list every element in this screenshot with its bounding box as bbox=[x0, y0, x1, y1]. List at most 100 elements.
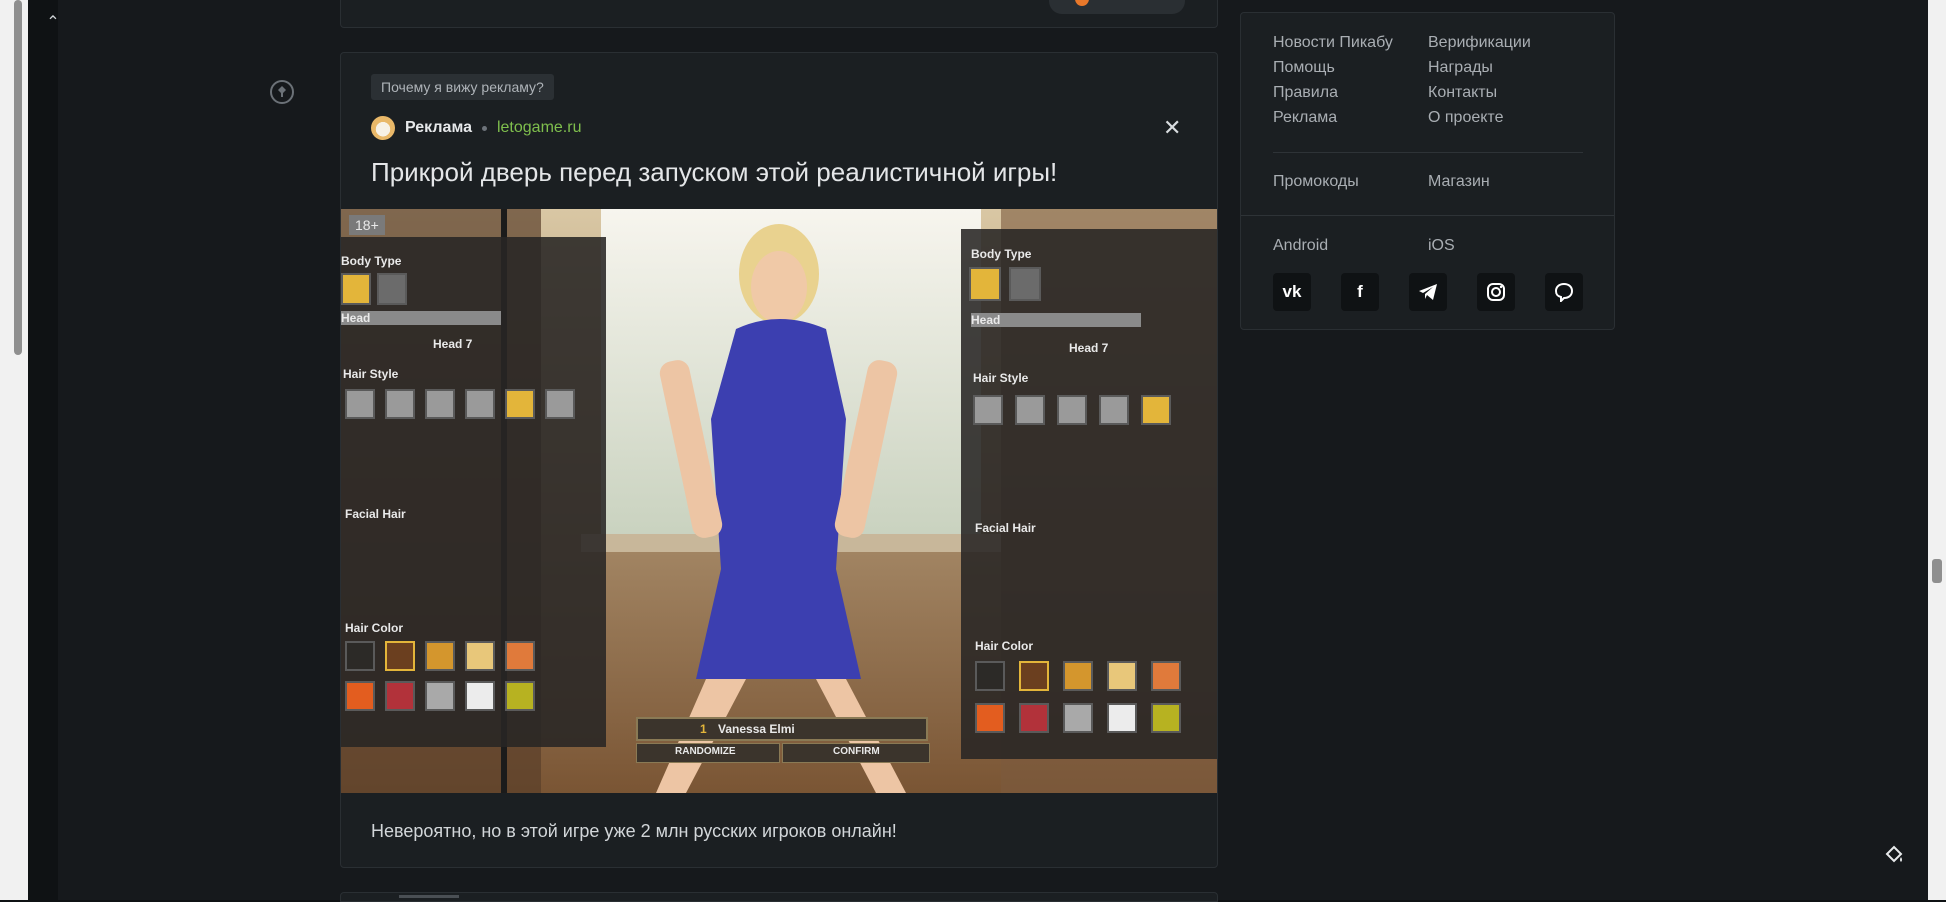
color-tile bbox=[505, 641, 535, 671]
scrollbar-thumb[interactable] bbox=[14, 0, 22, 355]
hair-tile bbox=[1015, 395, 1045, 425]
paint-bucket-icon[interactable] bbox=[1883, 844, 1905, 866]
hair-tile bbox=[1057, 395, 1087, 425]
randomize-button: RANDOMIZE bbox=[636, 743, 780, 763]
randomize-label: RANDOMIZE bbox=[675, 746, 736, 757]
footer-links-secondary: Промокоды Магазин bbox=[1273, 173, 1583, 191]
color-tile bbox=[1107, 703, 1137, 733]
hair-tile bbox=[1141, 395, 1171, 425]
color-tile bbox=[425, 641, 455, 671]
hair-style-label: Hair Style bbox=[343, 367, 399, 381]
color-tile bbox=[385, 681, 415, 711]
female-icon bbox=[1009, 267, 1041, 301]
instagram-icon[interactable] bbox=[1477, 273, 1515, 311]
hair-tile bbox=[545, 389, 575, 419]
previous-post-footer bbox=[340, 0, 1218, 28]
color-tile bbox=[385, 641, 415, 671]
head-section-label: Head bbox=[341, 311, 501, 325]
color-tile bbox=[1063, 703, 1093, 733]
character-name: Vanessa Elmi bbox=[718, 722, 795, 736]
ad-domain-link[interactable]: letogame.ru bbox=[497, 119, 582, 137]
right-customization-panel: Body Type Head Head 7 Hair Style Facial … bbox=[961, 229, 1217, 759]
hair-tile bbox=[1099, 395, 1129, 425]
pin-icon[interactable] bbox=[270, 80, 294, 104]
color-tile bbox=[465, 641, 495, 671]
next-post-bar bbox=[399, 895, 459, 898]
link-contacts[interactable]: Контакты bbox=[1428, 83, 1583, 102]
character-name-bar: 1 Vanessa Elmi bbox=[636, 717, 928, 741]
sidebar-footer-links: Новости Пикабу Верификации Помощь Наград… bbox=[1240, 12, 1615, 330]
link-promocodes[interactable]: Промокоды bbox=[1273, 173, 1428, 191]
link-shop[interactable]: Магазин bbox=[1428, 173, 1583, 191]
color-tile bbox=[975, 703, 1005, 733]
hair-color-label: Hair Color bbox=[975, 639, 1034, 653]
link-advertising[interactable]: Реклама bbox=[1273, 108, 1428, 127]
vk-icon[interactable]: vk bbox=[1273, 273, 1311, 311]
ad-author[interactable]: Реклама bbox=[405, 119, 472, 137]
character-number: 1 bbox=[700, 722, 707, 736]
color-tile bbox=[1019, 703, 1049, 733]
close-icon[interactable]: ✕ bbox=[1163, 117, 1181, 139]
rating-icon bbox=[1075, 0, 1089, 6]
left-customization-panel: Body Type Head Head 7 Hair Style Facial … bbox=[341, 237, 606, 747]
link-verifications[interactable]: Верификации bbox=[1428, 33, 1583, 52]
hair-tile bbox=[465, 389, 495, 419]
divider bbox=[1273, 152, 1583, 153]
social-links: vk f bbox=[1273, 273, 1583, 311]
color-tile bbox=[345, 641, 375, 671]
link-rules[interactable]: Правила bbox=[1273, 83, 1428, 102]
scrollbar-thumb[interactable] bbox=[1932, 559, 1942, 583]
color-tile bbox=[425, 681, 455, 711]
viber-icon[interactable] bbox=[1545, 273, 1583, 311]
head-value: Head 7 bbox=[433, 337, 473, 351]
link-awards[interactable]: Награды bbox=[1428, 58, 1583, 77]
color-tile bbox=[1151, 703, 1181, 733]
color-tile bbox=[975, 661, 1005, 691]
separator-dot bbox=[481, 125, 487, 131]
color-tile bbox=[345, 681, 375, 711]
ad-title[interactable]: Прикрой дверь перед запуском этой реалис… bbox=[371, 157, 1057, 188]
rating-pill[interactable] bbox=[1049, 0, 1185, 14]
app-links: Android iOS bbox=[1273, 237, 1583, 255]
color-tile bbox=[465, 681, 495, 711]
link-ios[interactable]: iOS bbox=[1428, 237, 1583, 255]
browser-scrollbar-left[interactable] bbox=[0, 0, 28, 900]
female-icon bbox=[377, 273, 407, 305]
ad-body-text: Невероятно, но в этой игре уже 2 млн рус… bbox=[371, 821, 897, 841]
male-icon bbox=[341, 273, 371, 305]
divider bbox=[1241, 215, 1614, 216]
link-help[interactable]: Помощь bbox=[1273, 58, 1428, 77]
scroll-up-icon[interactable]: ⌃ bbox=[44, 14, 62, 32]
link-android[interactable]: Android bbox=[1273, 237, 1428, 255]
facebook-icon[interactable]: f bbox=[1341, 273, 1379, 311]
why-ad-button[interactable]: Почему я вижу рекламу? bbox=[371, 74, 554, 100]
telegram-icon[interactable] bbox=[1409, 273, 1447, 311]
ad-image[interactable]: 18+ Body Type Head Head 7 Hair Style Fac… bbox=[341, 209, 1217, 793]
male-icon bbox=[969, 267, 1001, 301]
confirm-button: CONFIRM bbox=[782, 743, 930, 763]
color-tile bbox=[1019, 661, 1049, 691]
browser-scrollbar-right[interactable] bbox=[1928, 0, 1946, 900]
color-tile bbox=[505, 681, 535, 711]
hair-tile bbox=[345, 389, 375, 419]
page: ⌃ Почему я вижу рекламу? Реклама letogam… bbox=[46, 0, 1928, 902]
hair-style-label: Hair Style bbox=[973, 371, 1029, 385]
ad-avatar bbox=[371, 116, 395, 140]
head-value: Head 7 bbox=[1069, 341, 1109, 355]
ad-card: Почему я вижу рекламу? Реклама letogame.… bbox=[340, 52, 1218, 868]
link-about[interactable]: О проекте bbox=[1428, 108, 1583, 127]
next-post-header bbox=[340, 892, 1218, 902]
link-pikabu-news[interactable]: Новости Пикабу bbox=[1273, 33, 1428, 52]
hair-tile bbox=[385, 389, 415, 419]
confirm-label: CONFIRM bbox=[833, 746, 880, 757]
facial-hair-label: Facial Hair bbox=[345, 507, 406, 521]
hair-color-label: Hair Color bbox=[345, 621, 404, 635]
color-tile bbox=[1063, 661, 1093, 691]
hair-tile bbox=[425, 389, 455, 419]
ad-header: Реклама letogame.ru bbox=[371, 115, 581, 141]
age-badge: 18+ bbox=[349, 215, 385, 235]
color-tile bbox=[1151, 661, 1181, 691]
color-tile bbox=[1107, 661, 1137, 691]
facial-hair-label: Facial Hair bbox=[975, 521, 1036, 535]
hair-tile bbox=[973, 395, 1003, 425]
